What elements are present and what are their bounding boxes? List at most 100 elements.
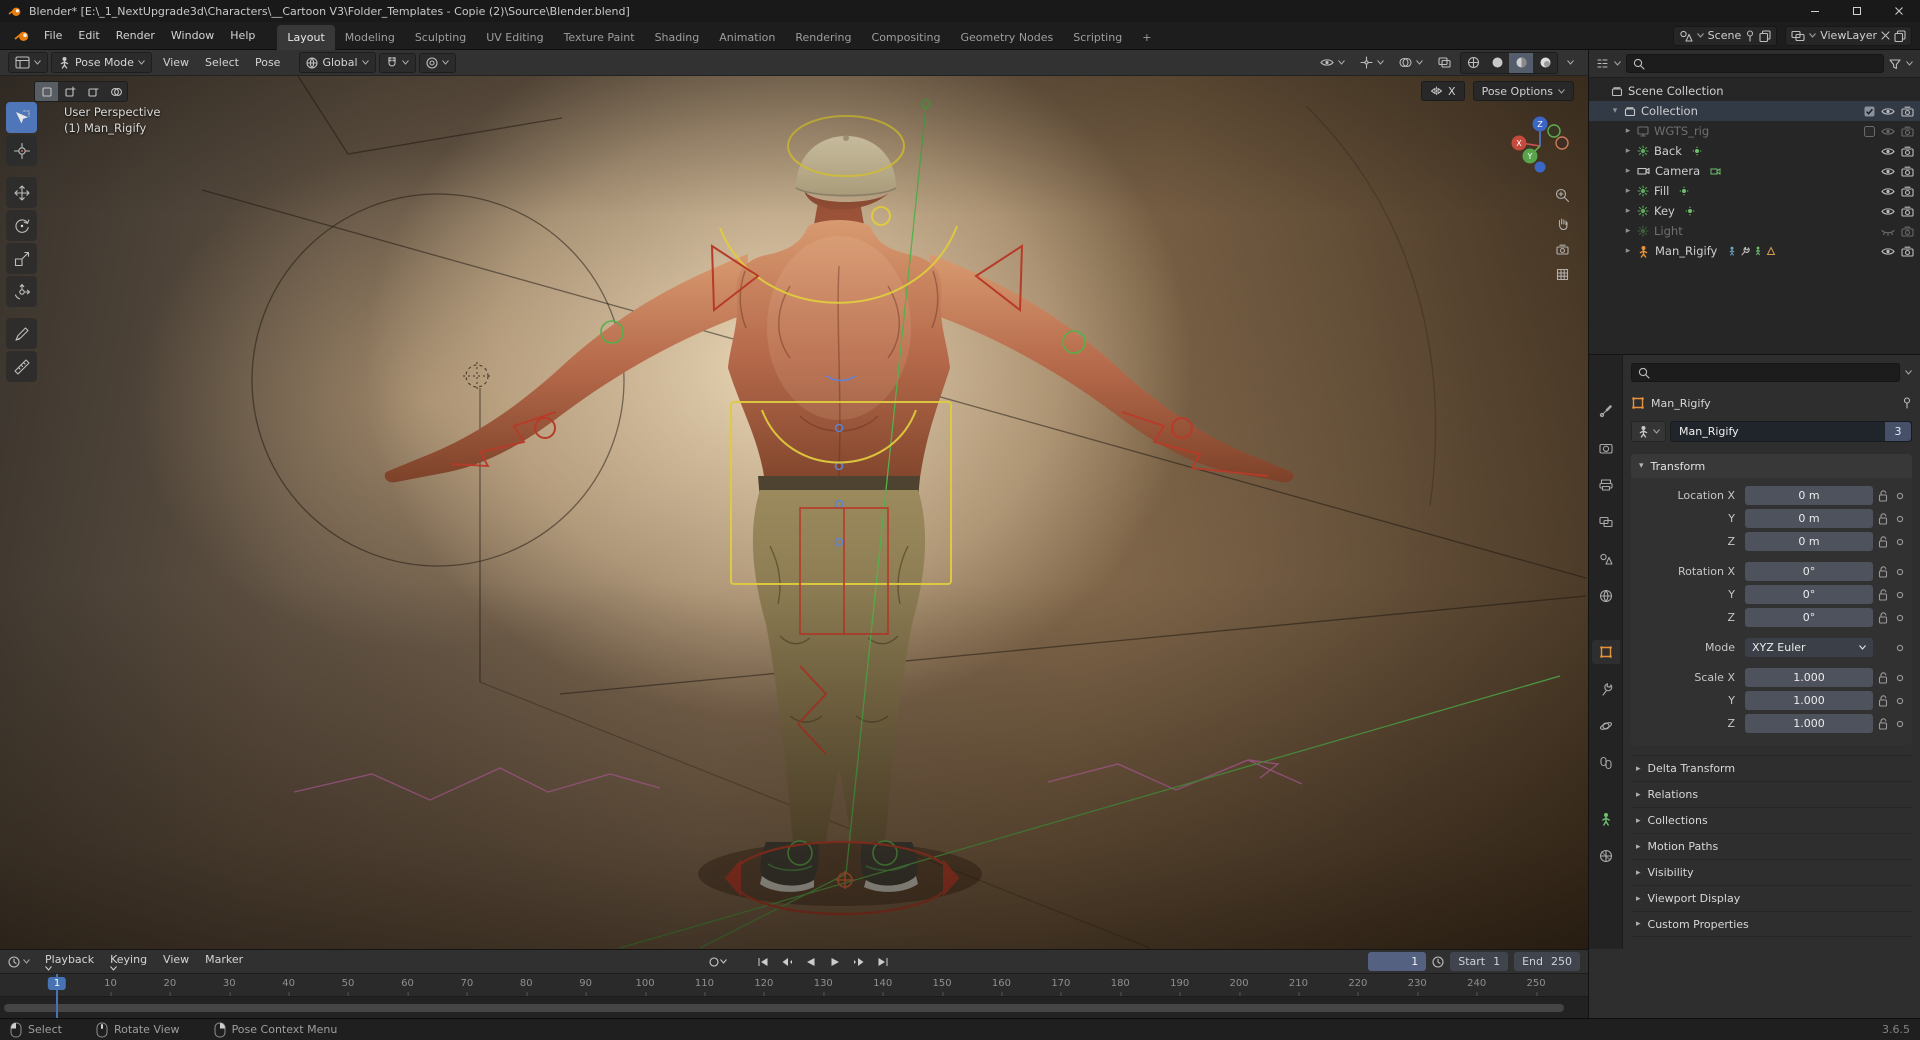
eye-icon[interactable] [1881, 147, 1895, 156]
outliner-search[interactable] [1626, 54, 1884, 73]
eye-icon[interactable] [1881, 187, 1895, 196]
users-count-badge[interactable]: 3 [1885, 421, 1911, 441]
lock-icon[interactable] [1873, 535, 1893, 548]
timeline-menu-marker[interactable]: Marker [197, 949, 251, 975]
properties-tab-physics[interactable] [1592, 714, 1620, 738]
orientation-selector[interactable]: Global [299, 52, 376, 73]
transform-value-field[interactable]: 1.000 [1745, 691, 1873, 710]
render-visibility-icon[interactable] [1901, 246, 1914, 257]
properties-tab-tool[interactable] [1592, 399, 1620, 423]
rotation-mode-dropdown[interactable]: XYZ Euler [1745, 638, 1873, 657]
timeline-menu-view[interactable]: View [155, 949, 197, 975]
axis-x-neg[interactable] [1555, 136, 1569, 150]
play-button[interactable] [824, 952, 846, 971]
browse-object-button[interactable] [1631, 420, 1666, 442]
object-name-field[interactable]: Man_Rigify 3 [1670, 420, 1912, 442]
pan-hand-icon[interactable] [1555, 216, 1570, 231]
transform-panel-header[interactable]: ▾ Transform [1631, 454, 1912, 478]
tool-scale[interactable] [6, 243, 37, 274]
panel-custom-properties[interactable]: ▸ Custom Properties [1631, 911, 1912, 937]
panel-motion-paths[interactable]: ▸ Motion Paths [1631, 833, 1912, 859]
properties-search[interactable] [1631, 363, 1900, 382]
exclude-checkbox[interactable] [1864, 125, 1875, 137]
outliner-row-scene-collection[interactable]: Scene Collection [1589, 81, 1920, 101]
outliner-row-light[interactable]: ▸ Light [1589, 221, 1920, 241]
jump-end-button[interactable] [872, 952, 894, 971]
editor-type-button[interactable] [8, 52, 48, 73]
ortho-grid-icon[interactable] [1556, 268, 1569, 281]
properties-tab-object[interactable] [1591, 640, 1620, 664]
navigation-gizmo[interactable]: Z X Y [1508, 114, 1572, 178]
panel-viewport-display[interactable]: ▸ Viewport Display [1631, 885, 1912, 911]
select-extend-button[interactable] [58, 82, 81, 101]
expand-arrow-icon[interactable]: ▸ [1623, 246, 1633, 256]
transform-value-field[interactable]: 1.000 [1745, 714, 1873, 733]
shading-solid-button[interactable] [1485, 53, 1509, 73]
workspace-tab-geometry-nodes[interactable]: Geometry Nodes [950, 25, 1063, 50]
workspace-tab-uv-editing[interactable]: UV Editing [476, 25, 553, 50]
next-keyframe-button[interactable] [848, 952, 870, 971]
properties-tab-view-layer[interactable] [1592, 510, 1620, 534]
panel-visibility[interactable]: ▸ Visibility [1631, 859, 1912, 885]
new-viewlayer-icon[interactable] [1894, 29, 1906, 42]
animate-dot-icon[interactable] [1893, 644, 1906, 652]
outliner-row-key[interactable]: ▸ Key [1589, 201, 1920, 221]
expand-arrow-icon[interactable]: ▸ [1623, 146, 1633, 156]
start-frame-field[interactable]: Start 1 [1450, 952, 1509, 971]
timeline-scrollbar[interactable] [4, 1004, 1564, 1012]
eye-closed-icon[interactable] [1881, 227, 1895, 236]
animate-dot-icon[interactable] [1893, 720, 1906, 728]
transform-value-field[interactable]: 0° [1745, 562, 1873, 581]
pose-options-dropdown[interactable]: Pose Options [1472, 81, 1574, 101]
exclude-checkbox[interactable] [1864, 106, 1875, 117]
prev-keyframe-button[interactable] [776, 952, 798, 971]
current-frame-field[interactable]: 1 [1368, 952, 1427, 971]
animate-dot-icon[interactable] [1893, 674, 1906, 682]
shading-dropdown[interactable] [1561, 57, 1580, 68]
new-scene-icon[interactable] [1759, 29, 1771, 42]
workspace-tab-modeling[interactable]: Modeling [335, 25, 405, 50]
menu-render[interactable]: Render [108, 25, 163, 46]
lock-icon[interactable] [1873, 717, 1893, 730]
workspace-tab-texture-paint[interactable]: Texture Paint [554, 25, 645, 50]
expand-arrow-icon[interactable]: ▸ [1623, 166, 1633, 176]
lock-icon[interactable] [1873, 694, 1893, 707]
jump-start-button[interactable] [752, 952, 774, 971]
axis-z-neg[interactable] [1534, 161, 1546, 173]
properties-filter-dropdown[interactable] [1905, 370, 1912, 375]
select-set-button[interactable] [35, 82, 58, 101]
tool-measure[interactable] [6, 351, 37, 382]
outliner-row-collection[interactable]: ▾ Collection [1589, 101, 1920, 121]
properties-tab-render[interactable] [1592, 436, 1620, 460]
properties-tab-scene[interactable] [1592, 547, 1620, 571]
transform-value-field[interactable]: 0 m [1745, 532, 1873, 551]
render-visibility-icon[interactable] [1901, 126, 1914, 137]
transform-value-field[interactable]: 0 m [1745, 509, 1873, 528]
expand-arrow-icon[interactable]: ▸ [1623, 226, 1633, 236]
timeline-menu-keying[interactable]: Keying [102, 949, 155, 975]
workspace-tab-scripting[interactable]: Scripting [1063, 25, 1132, 50]
expand-arrow-icon[interactable]: ▸ [1623, 186, 1633, 196]
eye-icon[interactable] [1881, 207, 1895, 216]
shading-rendered-button[interactable] [1533, 53, 1557, 73]
end-frame-field[interactable]: End 250 [1514, 952, 1580, 971]
eye-icon[interactable] [1881, 167, 1895, 176]
axis-y-neg[interactable] [1547, 124, 1561, 138]
transform-value-field[interactable]: 1.000 [1745, 668, 1873, 687]
viewport-menu-view[interactable]: View [155, 52, 197, 73]
animate-dot-icon[interactable] [1893, 591, 1906, 599]
outliner-row-wgts_rig[interactable]: ▸ WGTS_rig [1589, 121, 1920, 141]
transform-value-field[interactable]: 0 m [1745, 486, 1873, 505]
pin-icon[interactable] [1745, 29, 1755, 42]
workspace-tab-layout[interactable]: Layout [277, 24, 335, 50]
breadcrumb-object[interactable]: Man_Rigify [1651, 397, 1711, 410]
lock-icon[interactable] [1873, 671, 1893, 684]
shading-wireframe-button[interactable] [1461, 53, 1485, 73]
viewport-canvas[interactable]: X Pose Options User Perspective (1) Man_… [0, 76, 1588, 949]
workspace-tab-sculpting[interactable]: Sculpting [405, 25, 476, 50]
render-visibility-icon[interactable] [1901, 206, 1914, 217]
add-workspace-button[interactable]: + [1132, 25, 1161, 50]
eye-icon[interactable] [1881, 247, 1895, 256]
animate-dot-icon[interactable] [1893, 538, 1906, 546]
render-visibility-icon[interactable] [1901, 146, 1914, 157]
